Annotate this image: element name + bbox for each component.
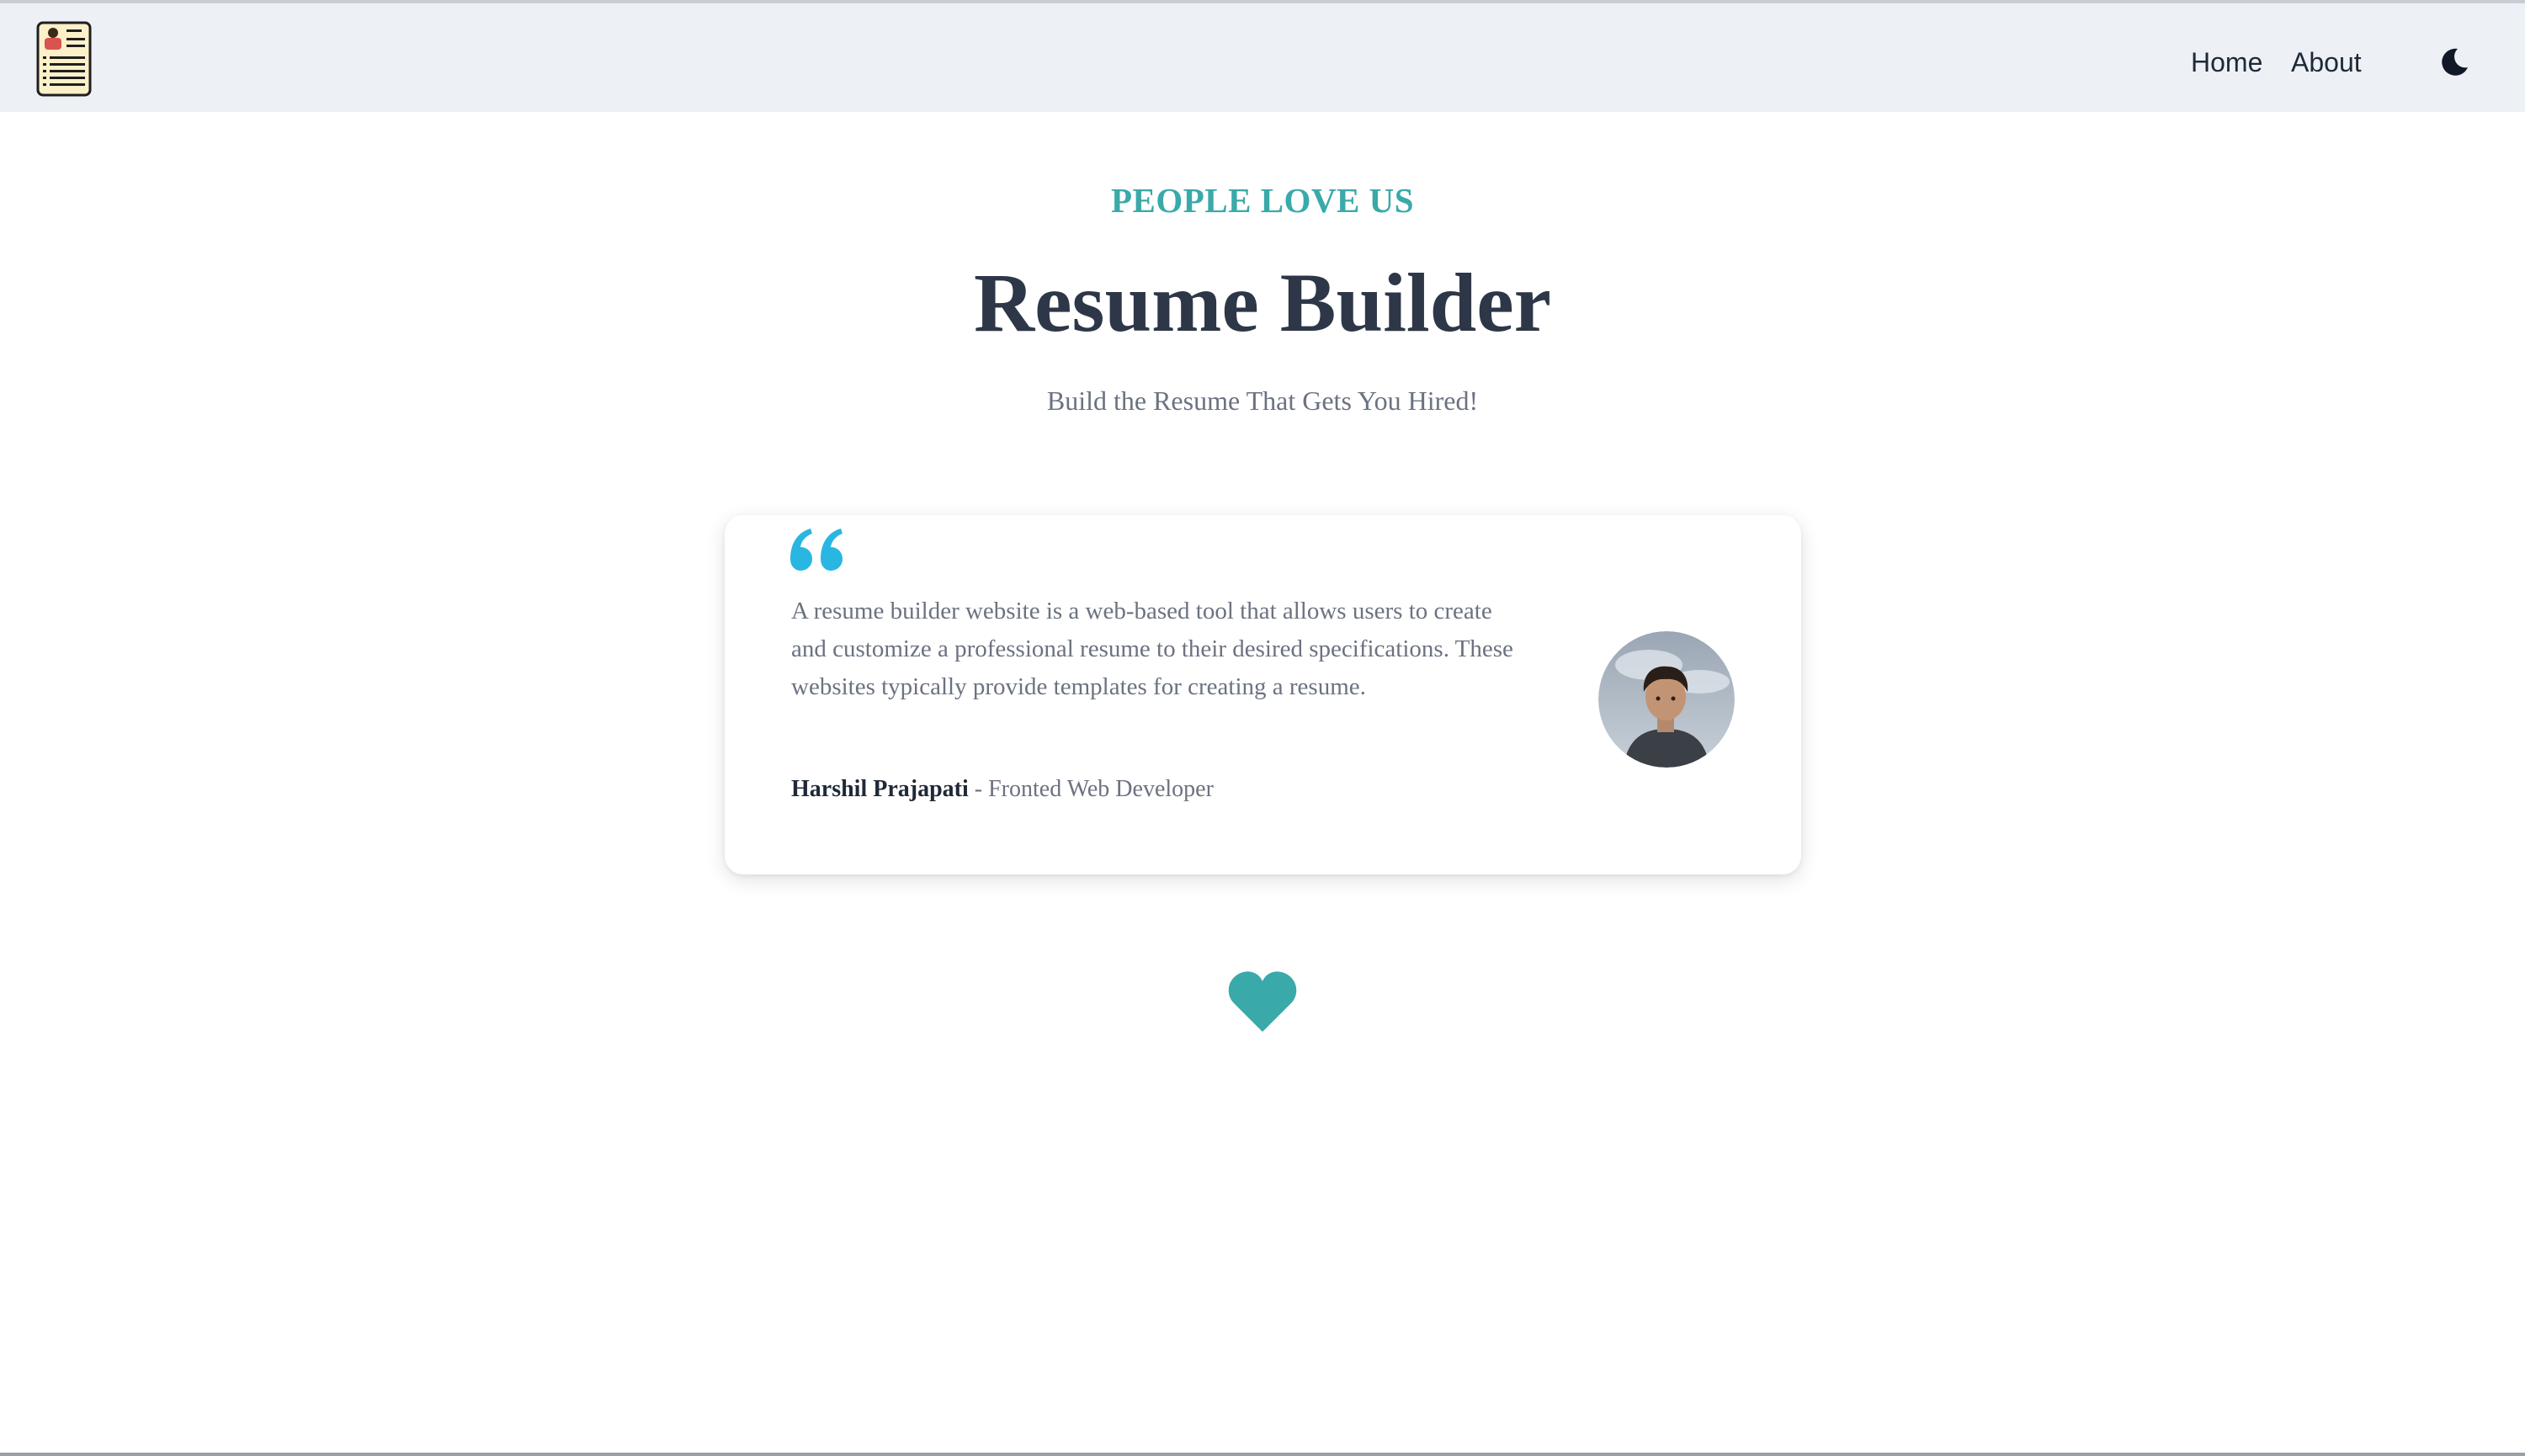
testimonial-text: A resume builder website is a web-based … (791, 598, 1513, 700)
window-bottom-border (0, 1453, 2525, 1456)
author-name: Harshil Prajapati (791, 776, 969, 802)
avatar (1598, 631, 1735, 768)
testimonial-author: Harshil Prajapati - Fronted Web Develope… (791, 773, 1549, 806)
navbar: Home About (0, 3, 2525, 112)
testimonial-card: A resume builder website is a web-based … (725, 515, 1801, 874)
heart-icon (1228, 971, 1297, 1032)
page-subtitle: Build the Resume That Gets You Hired! (1046, 385, 1479, 416)
nav-link-about[interactable]: About (2291, 44, 2362, 81)
moon-icon[interactable] (2437, 45, 2471, 79)
nav-link-home[interactable]: Home (2191, 44, 2262, 81)
section-eyebrow: PEOPLE LOVE US (1110, 181, 1415, 220)
author-role: - Fronted Web Developer (968, 776, 1214, 802)
resume-document-icon[interactable] (36, 21, 92, 97)
page-title: Resume Builder (973, 256, 1552, 349)
quote-icon (790, 529, 843, 571)
